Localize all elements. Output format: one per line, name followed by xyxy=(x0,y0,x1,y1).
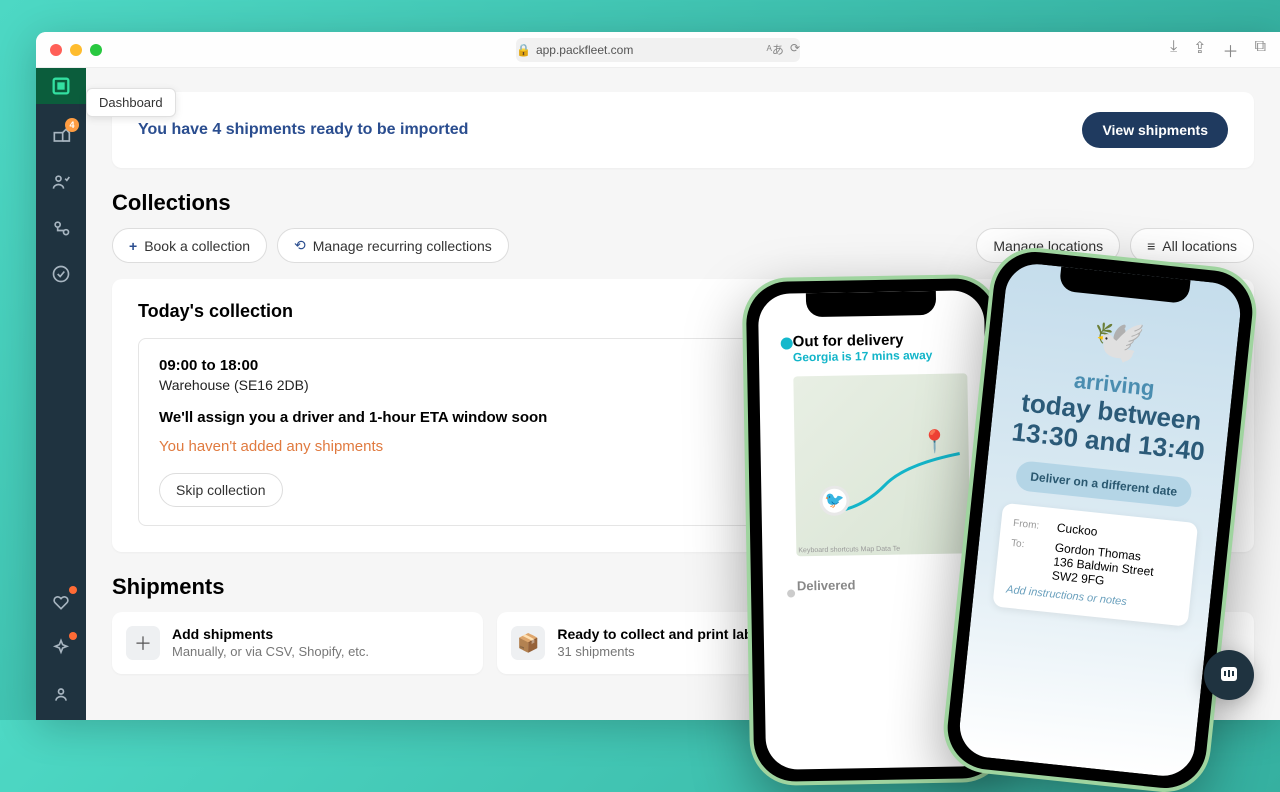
skip-collection-button[interactable]: Skip collection xyxy=(159,473,283,507)
tabs-icon[interactable]: ⧉ xyxy=(1255,38,1266,62)
collections-title: Collections xyxy=(112,190,1254,216)
on-their-way-card[interactable]: 🚚 On their wa 29 shipment xyxy=(883,612,1254,674)
card-title: Ready to collect and print labels xyxy=(557,626,772,642)
recurring-icon: ⟲ xyxy=(294,237,306,254)
card-subtitle: 29 shipment xyxy=(943,644,1019,659)
sidebar-item-tracking[interactable] xyxy=(47,214,75,242)
book-collection-button[interactable]: + Book a collection xyxy=(112,228,267,263)
ready-to-collect-card[interactable]: 📦 Ready to collect and print labels 31 s… xyxy=(497,612,868,674)
plus-icon: ＋ xyxy=(126,626,160,660)
address-bar[interactable]: 🔒 app.packfleet.com ᴬあ ⟳ xyxy=(516,38,800,62)
filter-icon: ≡ xyxy=(1147,238,1155,254)
sidebar-item-profile[interactable] xyxy=(47,680,75,708)
sidebar-tooltip: Dashboard xyxy=(86,88,176,117)
browser-titlebar: 🔒 app.packfleet.com ᴬあ ⟳ ⤓ ⇪ ＋ ⧉ xyxy=(36,32,1280,68)
collection-location: Warehouse (SE16 2DB) xyxy=(159,377,1207,393)
url-text: app.packfleet.com xyxy=(536,43,633,57)
translate-icon[interactable]: ᴬあ xyxy=(766,41,783,58)
notification-dot xyxy=(69,632,77,640)
card-title: On their wa xyxy=(943,626,1019,642)
new-tab-icon[interactable]: ＋ xyxy=(1223,38,1239,62)
collection-detail-box: 09:00 to 18:00 Warehouse (SE16 2DB) We'l… xyxy=(138,338,1228,526)
banner-message: You have 4 shipments ready to be importe… xyxy=(138,121,468,139)
main-content: You have 4 shipments ready to be importe… xyxy=(86,68,1280,720)
add-shipments-card[interactable]: ＋ Add shipments Manually, or via CSV, Sh… xyxy=(112,612,483,674)
card-title: Add shipments xyxy=(172,626,369,642)
sidebar: 4 xyxy=(36,68,86,720)
import-banner: You have 4 shipments ready to be importe… xyxy=(112,92,1254,168)
truck-icon: 🚚 xyxy=(897,626,931,660)
collection-time: 09:00 to 18:00 xyxy=(159,357,1207,374)
sidebar-item-customers[interactable] xyxy=(47,168,75,196)
today-title: Today's collection xyxy=(138,301,1228,322)
card-subtitle: Manually, or via CSV, Shopify, etc. xyxy=(172,644,369,659)
sidebar-item-check[interactable] xyxy=(47,260,75,288)
notification-dot xyxy=(69,586,77,594)
intercom-launcher[interactable] xyxy=(1204,650,1254,700)
window-close-button[interactable] xyxy=(50,44,62,56)
view-shipments-button[interactable]: View shipments xyxy=(1082,112,1228,148)
app-logo[interactable] xyxy=(36,68,86,104)
box-icon: 📦 xyxy=(511,626,545,660)
window-minimize-button[interactable] xyxy=(70,44,82,56)
reload-icon[interactable]: ⟳ xyxy=(790,41,800,58)
plus-icon: + xyxy=(129,238,137,254)
downloads-icon[interactable]: ⤓ xyxy=(1170,38,1177,62)
sidebar-item-favorites[interactable] xyxy=(47,588,75,616)
share-icon[interactable]: ⇪ xyxy=(1193,38,1206,62)
eta-message: We'll assign you a driver and 1-hour ETA… xyxy=(159,409,1207,426)
manage-recurring-button[interactable]: ⟲ Manage recurring collections xyxy=(277,228,509,263)
todays-collection-card: Today's collection 09:00 to 18:00 Wareho… xyxy=(112,279,1254,552)
all-locations-filter[interactable]: ≡ All locations xyxy=(1130,228,1254,263)
import-badge: 4 xyxy=(65,118,79,132)
manage-locations-button[interactable]: Manage locations xyxy=(976,228,1120,263)
card-subtitle: 31 shipments xyxy=(557,644,772,659)
no-shipments-warning: You haven't added any shipments xyxy=(159,438,1207,455)
shipments-title: Shipments xyxy=(112,574,1254,600)
window-maximize-button[interactable] xyxy=(90,44,102,56)
sidebar-item-magic[interactable] xyxy=(47,634,75,662)
sidebar-item-import[interactable]: 4 xyxy=(47,122,75,150)
lock-icon: 🔒 xyxy=(516,43,531,57)
